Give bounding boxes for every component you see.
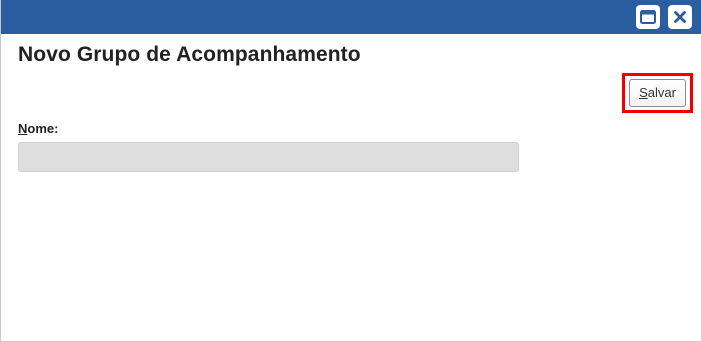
page-title: Novo Grupo de Acompanhamento [18, 43, 361, 66]
save-button[interactable]: Salvar [629, 79, 686, 107]
save-label-rest: alvar [647, 85, 676, 100]
window-maximize-icon [640, 10, 656, 24]
name-input[interactable] [18, 142, 519, 172]
title-bar [1, 0, 701, 34]
name-label-rest: ome: [27, 121, 59, 136]
maximize-button[interactable] [636, 5, 660, 29]
name-label: Nome: [18, 121, 58, 136]
close-icon [674, 11, 686, 23]
name-accesskey: N [18, 121, 28, 136]
dialog-window: Novo Grupo de Acompanhamento Salvar Nome… [0, 0, 701, 342]
save-accesskey: S [639, 85, 648, 100]
close-button[interactable] [668, 5, 692, 29]
